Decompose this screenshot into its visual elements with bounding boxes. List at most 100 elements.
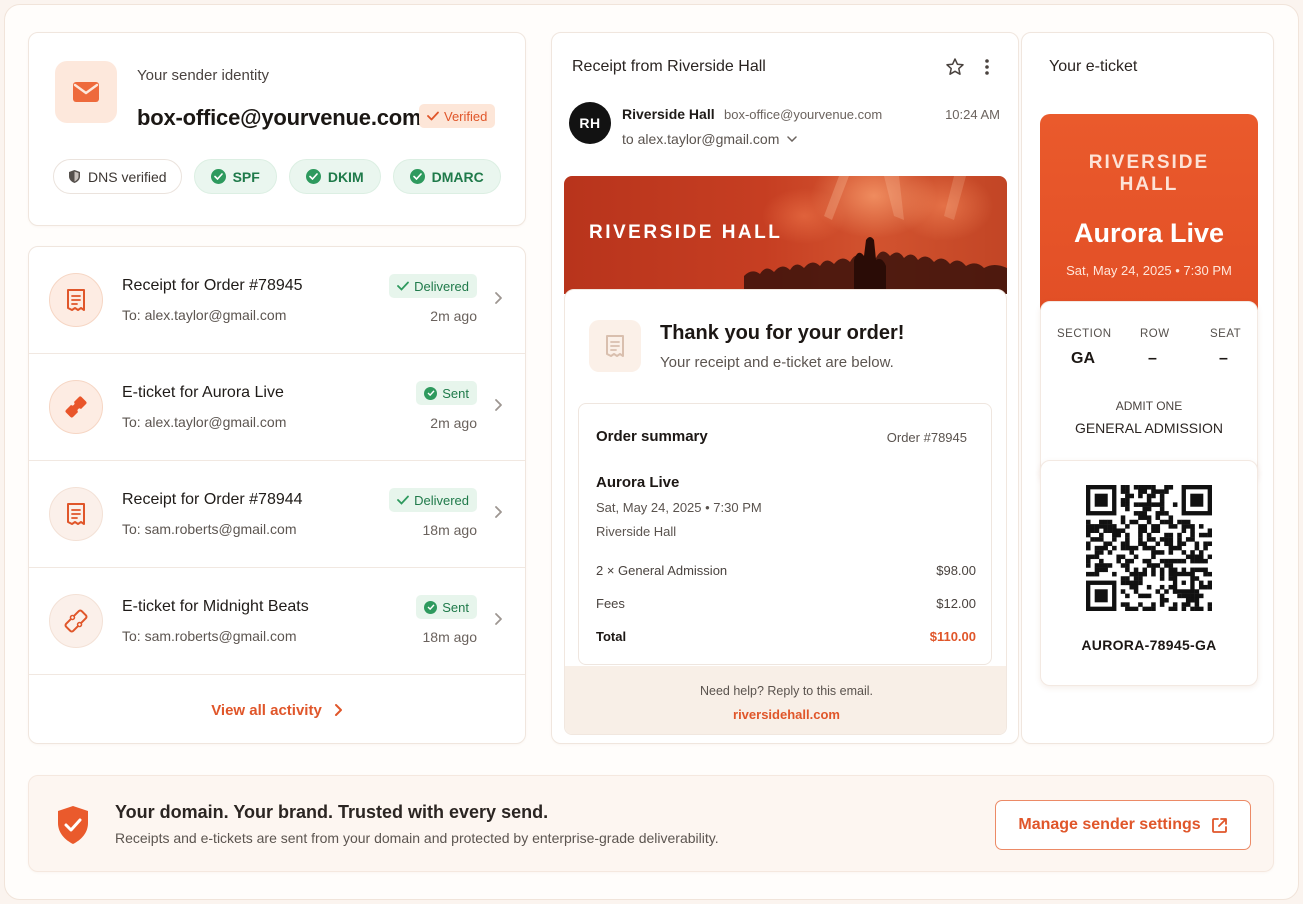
chevron-right-icon — [334, 704, 342, 716]
dkim-chip: DKIM — [288, 159, 381, 194]
admit-label: ADMIT ONE — [1115, 399, 1183, 413]
line-item: Fees $12.00 — [596, 596, 976, 611]
dns-verified-chip: DNS verified — [53, 159, 182, 194]
recipient-toggle[interactable]: to alex.taylor@gmail.com — [622, 131, 798, 147]
check-icon — [397, 281, 409, 291]
check-icon — [427, 111, 439, 121]
sender-identity-card: Your sender identity box-office@yourvenu… — [28, 32, 526, 226]
chevron-down-icon — [787, 136, 798, 142]
activity-time: 18m ago — [422, 522, 477, 538]
line-item-label: 2 × General Admission — [596, 563, 728, 578]
check-icon — [397, 495, 409, 505]
verified-badge-label: Verified — [444, 108, 488, 124]
order-summary-title: Order summary — [596, 428, 708, 445]
row-label: ROW — [1140, 328, 1170, 340]
activity-recipient: To: sam.roberts@gmail.com — [122, 628, 297, 644]
activity-title: E-ticket for Aurora Live — [122, 384, 284, 401]
event-venue: Riverside Hall — [596, 524, 677, 539]
shield-icon — [69, 170, 80, 183]
check-circle-icon — [210, 169, 226, 184]
email-preview: Receipt from Riverside Hall RH Riverside… — [551, 32, 1019, 744]
auth-chips: DNS verified SPF DKIM DMARC — [53, 159, 501, 194]
receipt-icon — [49, 487, 103, 541]
shield-check-icon — [58, 806, 88, 844]
dns-verified-label: DNS verified — [88, 168, 167, 185]
line-item: 2 × General Admission $98.00 — [596, 563, 976, 578]
activity-item[interactable]: Receipt for Order #78944 To: sam.roberts… — [29, 461, 525, 568]
check-circle-icon — [409, 169, 425, 184]
activity-recipient: To: alex.taylor@gmail.com — [122, 307, 287, 323]
seat-value: – — [1219, 350, 1228, 367]
banner-title: RIVERSIDE HALL — [589, 222, 783, 243]
line-item-amount: $98.00 — [936, 563, 976, 578]
email-body: Thank you for your order! Your receipt a… — [564, 289, 1007, 735]
manage-sender-settings-button[interactable]: Manage sender settings — [995, 800, 1251, 850]
section-label: SECTION — [1057, 328, 1112, 340]
sender-address: box-office@yourvenue.com — [724, 107, 883, 122]
check-circle-icon — [424, 386, 438, 400]
email-time: 10:24 AM — [945, 107, 1000, 122]
brand-subtitle: Receipts and e-tickets are sent from you… — [115, 830, 719, 846]
star-icon[interactable] — [945, 57, 965, 77]
e-ticket-label: Your e-ticket — [1049, 58, 1138, 75]
website-link[interactable]: riversidehall.com — [565, 707, 1006, 722]
recipient-label: to alex.taylor@gmail.com — [622, 131, 780, 147]
activity-title: Receipt for Order #78944 — [122, 491, 303, 508]
ticket-venue-line1: RIVERSIDE — [1088, 152, 1210, 173]
view-all-activity-link[interactable]: View all activity — [29, 677, 525, 743]
status-badge: Delivered — [389, 274, 477, 298]
chevron-right-icon[interactable] — [494, 398, 503, 412]
line-item-label: Fees — [596, 596, 625, 611]
chevron-right-icon[interactable] — [494, 612, 503, 626]
e-ticket-card: Your e-ticket RIVERSIDE HALL Aurora Live… — [1021, 32, 1274, 744]
status-badge: Sent — [416, 595, 477, 619]
total-line: Total $110.00 — [596, 629, 976, 644]
more-vertical-icon[interactable] — [982, 57, 992, 77]
activity-recipient: To: alex.taylor@gmail.com — [122, 414, 287, 430]
email-footer: Need help? Reply to this email. riversid… — [565, 666, 1006, 734]
event-date: Sat, May 24, 2025 • 7:30 PM — [596, 500, 762, 515]
activity-item[interactable]: Receipt for Order #78945 To: alex.taylor… — [29, 247, 525, 354]
email-banner: RIVERSIDE HALL — [564, 176, 1007, 294]
sender-email: box-office@yourvenue.com — [137, 105, 422, 130]
ticket-venue-line2: HALL — [1119, 174, 1179, 195]
spf-chip: SPF — [193, 159, 277, 194]
ticket-code: AURORA-78945-GA — [1081, 637, 1217, 653]
status-badge: Sent — [416, 381, 477, 405]
view-all-label: View all activity — [211, 701, 322, 719]
check-circle-icon — [305, 169, 321, 184]
row-value: – — [1148, 350, 1157, 367]
qr-code — [1086, 485, 1212, 611]
activity-time: 2m ago — [430, 308, 477, 324]
ticket-icon — [49, 594, 103, 648]
envelope-icon — [55, 61, 117, 123]
brand-title: Your domain. Your brand. Trusted with ev… — [115, 802, 549, 822]
seat-label: SEAT — [1210, 328, 1242, 340]
ticket-venue: RIVERSIDE HALL — [1040, 152, 1258, 196]
admission-type: GENERAL ADMISSION — [1074, 420, 1224, 436]
activity-item[interactable]: E-ticket for Aurora Live To: alex.taylor… — [29, 354, 525, 461]
chevron-right-icon[interactable] — [494, 505, 503, 519]
sender-name: Riverside Hall — [622, 106, 715, 122]
check-circle-icon — [424, 600, 438, 614]
manage-button-label: Manage sender settings — [1018, 816, 1201, 833]
help-text: Need help? Reply to this email. — [699, 684, 873, 698]
status-label: Delivered — [414, 492, 469, 508]
verified-badge: Verified — [419, 104, 496, 128]
status-label: Delivered — [414, 278, 469, 294]
total-amount: $110.00 — [929, 629, 976, 644]
ticket-header: RIVERSIDE HALL Aurora Live Sat, May 24, … — [1040, 114, 1258, 310]
chevron-right-icon[interactable] — [494, 291, 503, 305]
ticket-icon — [49, 380, 103, 434]
dkim-label: DKIM — [327, 168, 364, 185]
activity-time: 18m ago — [422, 629, 477, 645]
activity-item[interactable]: E-ticket for Midnight Beats To: sam.robe… — [29, 568, 525, 675]
avatar: RH — [569, 102, 611, 144]
email-subject: Receipt from Riverside Hall — [572, 58, 766, 75]
receipt-icon — [589, 320, 641, 372]
line-item-amount: $12.00 — [936, 596, 976, 611]
ticket-seat-info: SECTION GA ROW – SEAT – ADMIT ONE GENERA… — [1040, 301, 1258, 483]
dmarc-label: DMARC — [431, 168, 484, 185]
thank-you-heading: Thank you for your order! — [660, 322, 905, 344]
ticket-qr-section: AURORA-78945-GA — [1040, 460, 1258, 686]
